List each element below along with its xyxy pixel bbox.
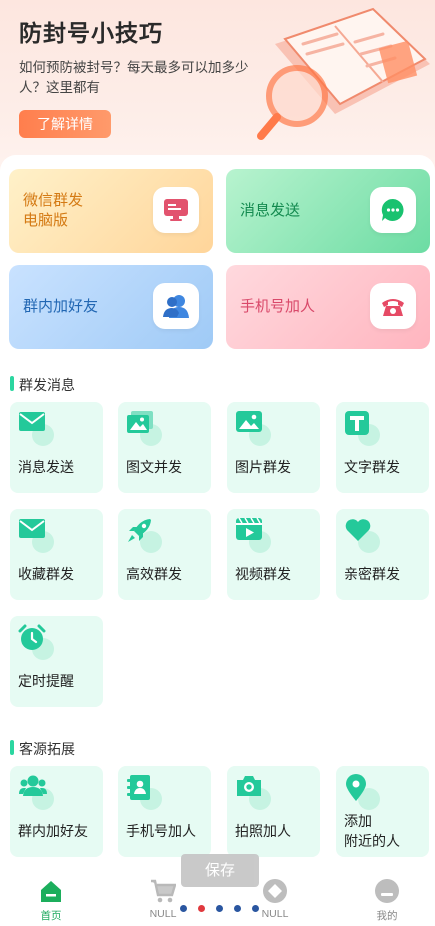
image-text-icon bbox=[126, 410, 162, 446]
page-dot bbox=[252, 905, 259, 912]
tile-label: 消息发送 bbox=[18, 459, 74, 475]
rocket-icon bbox=[126, 517, 162, 553]
group-add-friends-card[interactable]: 群内加好友 bbox=[9, 265, 213, 349]
monitor-chat-icon bbox=[153, 187, 199, 233]
cart-icon bbox=[150, 878, 177, 904]
group-people-icon bbox=[18, 774, 54, 810]
hero-subtitle: 如何预防被封号？每天最多可以加多少人？这里都有 bbox=[19, 60, 249, 95]
tile-label: 图文并发 bbox=[126, 459, 182, 475]
nav-home[interactable]: 首页 bbox=[11, 878, 91, 923]
tile-video-send[interactable]: 视频群发 bbox=[227, 509, 320, 600]
wechat-pc-label: 微信群发 电脑版 bbox=[23, 192, 84, 229]
tile-picture-send[interactable]: 图片群发 bbox=[227, 402, 320, 493]
main-panel: 微信群发 电脑版 消息发送 群内加好友 手机号加人 群发消息 消息发送 图文并发… bbox=[0, 155, 435, 870]
page-indicator-dots bbox=[180, 905, 260, 913]
contact-book-icon bbox=[126, 774, 162, 810]
tile-label: 亲密群发 bbox=[344, 566, 400, 582]
tile-label: 定时提醒 bbox=[18, 673, 74, 689]
nav-home-label: 首页 bbox=[40, 910, 62, 922]
video-icon bbox=[235, 517, 271, 553]
camera-icon bbox=[235, 774, 271, 810]
tile-label: 添加 附近的人 bbox=[344, 813, 400, 849]
telephone-icon bbox=[370, 283, 416, 329]
tile-photo-add[interactable]: 拍照加人 bbox=[227, 766, 320, 857]
envelope-icon bbox=[18, 410, 54, 446]
section-title-customer: 客源拓展 bbox=[10, 739, 75, 759]
message-send-card[interactable]: 消息发送 bbox=[226, 169, 430, 253]
tile-label: 文字群发 bbox=[344, 459, 400, 475]
hero-banner: 防封号小技巧 如何预防被封号？每天最多可以加多少人？这里都有 了解详情 bbox=[0, 0, 435, 175]
book-magnifier-illustration bbox=[257, 7, 430, 140]
section-title-group-send: 群发消息 bbox=[10, 375, 75, 395]
text-icon bbox=[344, 410, 380, 446]
tile-timed-reminder[interactable]: 定时提醒 bbox=[10, 616, 103, 707]
compass-icon bbox=[262, 878, 288, 904]
tile-label: 拍照加人 bbox=[235, 823, 291, 839]
tile-intimate-send[interactable]: 亲密群发 bbox=[336, 509, 429, 600]
tile-nearby-add[interactable]: 添加 附近的人 bbox=[336, 766, 429, 857]
tile-label: 收藏群发 bbox=[18, 566, 74, 582]
message-send-label: 消息发送 bbox=[240, 202, 301, 219]
tile-group-add-friends[interactable]: 群内加好友 bbox=[10, 766, 103, 857]
hero-title: 防封号小技巧 bbox=[19, 20, 163, 46]
phone-add-label: 手机号加人 bbox=[240, 298, 316, 315]
tile-label: 高效群发 bbox=[126, 566, 182, 582]
alarm-clock-icon bbox=[18, 624, 54, 660]
save-button[interactable]: 保存 bbox=[181, 854, 259, 887]
tile-label: 群内加好友 bbox=[18, 823, 88, 839]
heart-icon bbox=[344, 517, 380, 553]
chat-bubble-icon bbox=[370, 187, 416, 233]
tile-label: 手机号加人 bbox=[126, 823, 196, 839]
page-dot-active bbox=[198, 905, 205, 912]
home-icon bbox=[38, 878, 64, 904]
page-dot bbox=[234, 905, 241, 912]
wechat-pc-card[interactable]: 微信群发 电脑版 bbox=[9, 169, 213, 253]
tile-text-send[interactable]: 文字群发 bbox=[336, 402, 429, 493]
tile-label: 视频群发 bbox=[235, 566, 291, 582]
envelope-icon bbox=[18, 517, 54, 553]
learn-more-button[interactable]: 了解详情 bbox=[19, 110, 111, 138]
phone-add-card[interactable]: 手机号加人 bbox=[226, 265, 430, 349]
nav-mine-label: 我的 bbox=[376, 910, 398, 922]
nav-mine[interactable]: 我的 bbox=[347, 878, 427, 923]
group-add-friends-label: 群内加好友 bbox=[23, 298, 99, 315]
page-dot bbox=[180, 905, 187, 912]
tile-label: 图片群发 bbox=[235, 459, 291, 475]
location-pin-icon bbox=[344, 774, 380, 810]
tile-image-text[interactable]: 图文并发 bbox=[118, 402, 211, 493]
picture-icon bbox=[235, 410, 271, 446]
profile-icon bbox=[374, 878, 400, 904]
page-dot bbox=[216, 905, 223, 912]
tile-efficient-send[interactable]: 高效群发 bbox=[118, 509, 211, 600]
tile-phone-add[interactable]: 手机号加人 bbox=[118, 766, 211, 857]
tile-favorite-send[interactable]: 收藏群发 bbox=[10, 509, 103, 600]
tile-message-send[interactable]: 消息发送 bbox=[10, 402, 103, 493]
users-icon bbox=[153, 283, 199, 329]
